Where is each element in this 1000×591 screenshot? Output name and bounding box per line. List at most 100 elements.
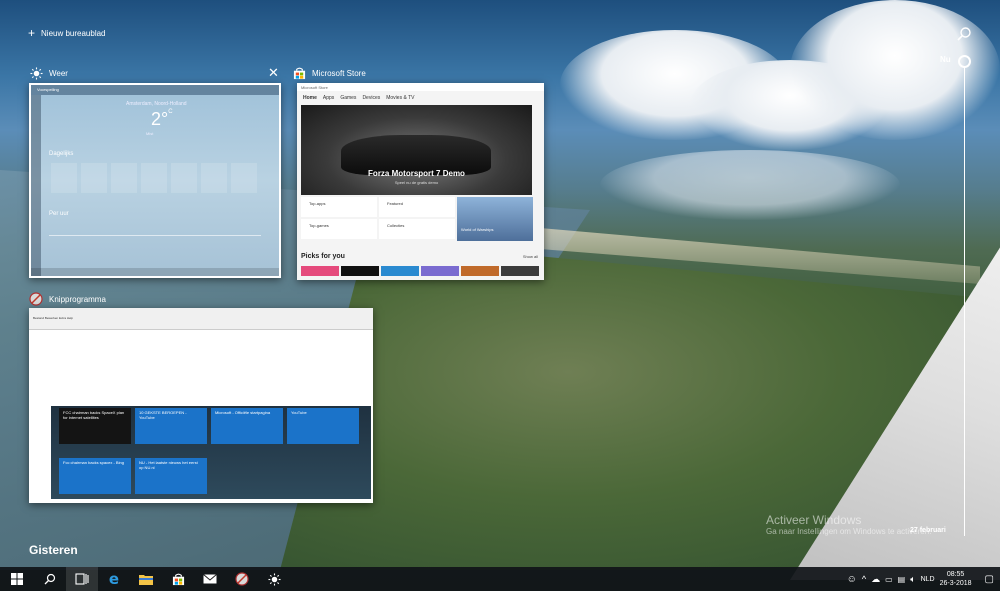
action-center-icon[interactable]: ▢ [985, 574, 994, 585]
knip-captured-image: FCC chairman backs SpaceX plan for inter… [51, 406, 371, 499]
timeline-now-marker[interactable] [958, 55, 971, 68]
taskbar: e ☺ ^ ☁ ▭ ▤ 🔈︎ NLD 08:55 26-3-2018 ▢ [0, 567, 1000, 591]
store-show-all: Show all [522, 254, 538, 259]
store-tiles: Top-apps Featured Top-games Collecties W… [301, 197, 533, 241]
knip-tile: FCC chairman backs SpaceX plan for inter… [59, 408, 131, 444]
store-tile: Top-games [301, 219, 377, 239]
weer-day-tile [51, 163, 77, 193]
knip-tile: Microsoft - Officiële startpagina [211, 408, 283, 444]
weer-day-tile [111, 163, 137, 193]
battery-icon[interactable]: ▭ [885, 575, 893, 584]
task-view-button[interactable] [66, 567, 98, 591]
store-picks-heading: Picks for you [301, 253, 345, 260]
store-window-title: Microsoft Store [292, 66, 366, 80]
store-nav-item: Games [340, 95, 357, 101]
timeline-section-heading: Gisteren [29, 543, 78, 557]
search-icon [44, 573, 56, 585]
weer-sidebar [31, 95, 41, 276]
plus-icon: + [28, 26, 36, 40]
taskbar-store-button[interactable] [162, 567, 194, 591]
weer-bottom-bar [31, 268, 279, 276]
snipping-tool-icon [235, 572, 249, 586]
language-indicator[interactable]: NLD [921, 576, 935, 583]
windows-logo-icon [11, 573, 23, 585]
store-nav-item: Movies & TV [386, 95, 415, 101]
store-window-bar: Microsoft Store [297, 83, 544, 91]
store-pick-image [381, 266, 419, 276]
weer-app-bar: Voorspelling [31, 85, 279, 95]
new-desktop-button[interactable]: + Nieuw bureaublad [28, 26, 106, 40]
people-icon[interactable]: ☺ [847, 574, 857, 585]
knip-tile: NU - Het laatste nieuws het eerst op NU.… [135, 458, 207, 494]
background-cloud [600, 150, 900, 220]
timeline-track[interactable] [964, 66, 965, 536]
weather-sun-icon [267, 572, 281, 586]
weer-temperature-unit: C [168, 109, 173, 115]
activation-watermark-sub: Ga naar Instellingen om Windows te activ… [766, 527, 932, 536]
snipping-tool-icon [29, 292, 43, 306]
network-icon[interactable]: ▤ [898, 575, 906, 584]
store-window-thumbnail[interactable]: Microsoft Store Home Apps Games Devices … [297, 83, 544, 280]
chevron-up-icon[interactable]: ^ [862, 574, 866, 584]
weer-condition: Mist [146, 131, 154, 136]
store-pick-image [341, 266, 379, 276]
weer-temperature: 2°C [151, 109, 173, 130]
knip-title-label: Knipprogramma [49, 294, 106, 304]
knip-window-thumbnail[interactable]: Bestand Bewerken Extra Help FCC chairman… [29, 308, 373, 503]
store-pick-image [461, 266, 499, 276]
store-hero-subtitle: Speel nu de gratis demo [394, 180, 439, 185]
taskbar-snipping-button[interactable] [226, 567, 258, 591]
activation-watermark-title: Activeer Windows [766, 513, 862, 527]
weer-day-tile [231, 163, 257, 193]
store-promo-tile: World of Warships [457, 197, 533, 241]
volume-icon[interactable]: 🔈︎ [910, 574, 915, 585]
weer-window-thumbnail[interactable]: Voorspelling Amsterdam, Noord-Holland 2°… [29, 83, 281, 278]
activation-watermark: Activeer Windows Ga naar Instellingen om… [766, 513, 931, 536]
store-tile: Collecties [379, 219, 455, 239]
weer-day-tile [141, 163, 167, 193]
knip-tile: Fcc chairman backs spacex - Bing [59, 458, 131, 494]
store-tile: Featured [379, 197, 455, 217]
weer-city: Amsterdam, Noord-Holland [126, 101, 187, 107]
clock-time: 08:55 [946, 571, 965, 578]
clock-date: 26-3-2018 [939, 580, 972, 587]
folder-icon [139, 575, 153, 585]
store-nav-item: Devices [362, 95, 381, 101]
store-hero-banner: Forza Motorsport 7 Demo Speel nu de grat… [301, 105, 532, 195]
weer-app-bar-label: Voorspelling [37, 87, 59, 92]
background-cloud [790, 0, 1000, 140]
knip-tile: YouTube [287, 408, 359, 444]
store-nav-item: Home [303, 95, 317, 101]
system-tray: ☺ ^ ☁ ▭ ▤ 🔈︎ NLD 08:55 26-3-2018 ▢ [847, 567, 1000, 591]
weer-day-tile [81, 163, 107, 193]
edge-icon: e [108, 570, 120, 588]
store-pick-image [501, 266, 539, 276]
weer-window-title: Weer [29, 66, 68, 80]
store-tile: Top-apps [301, 197, 377, 217]
taskbar-explorer-button[interactable] [130, 567, 162, 591]
new-desktop-label: Nieuw bureaublad [41, 28, 106, 38]
store-pick-image [301, 266, 339, 276]
mail-icon [203, 574, 217, 584]
store-nav-item: Apps [322, 95, 335, 101]
store-title-label: Microsoft Store [312, 68, 366, 78]
onedrive-cloud-icon[interactable]: ☁ [871, 574, 880, 585]
timeline-now-label: Nu [940, 55, 951, 64]
search-icon[interactable] [956, 26, 972, 42]
start-button[interactable] [0, 567, 34, 591]
store-bag-icon [292, 66, 306, 80]
taskbar-search-button[interactable] [34, 567, 66, 591]
weather-sun-icon [29, 66, 43, 80]
taskbar-mail-button[interactable] [194, 567, 226, 591]
task-view-icon [75, 573, 89, 585]
store-bag-icon [172, 573, 184, 585]
taskbar-edge-button[interactable]: e [98, 567, 130, 591]
store-nav: Home Apps Games Devices Movies & TV [297, 93, 544, 105]
weer-per-hour-heading: Per uur [49, 211, 69, 217]
close-icon[interactable]: ✕ [268, 66, 279, 79]
knip-tile: 10 GEKSTE BEROEPEN - YouTube [135, 408, 207, 444]
weer-day-tile [171, 163, 197, 193]
taskbar-weather-button[interactable] [258, 567, 290, 591]
clock[interactable]: 08:55 26-3-2018 [940, 570, 972, 588]
store-pick-image [421, 266, 459, 276]
